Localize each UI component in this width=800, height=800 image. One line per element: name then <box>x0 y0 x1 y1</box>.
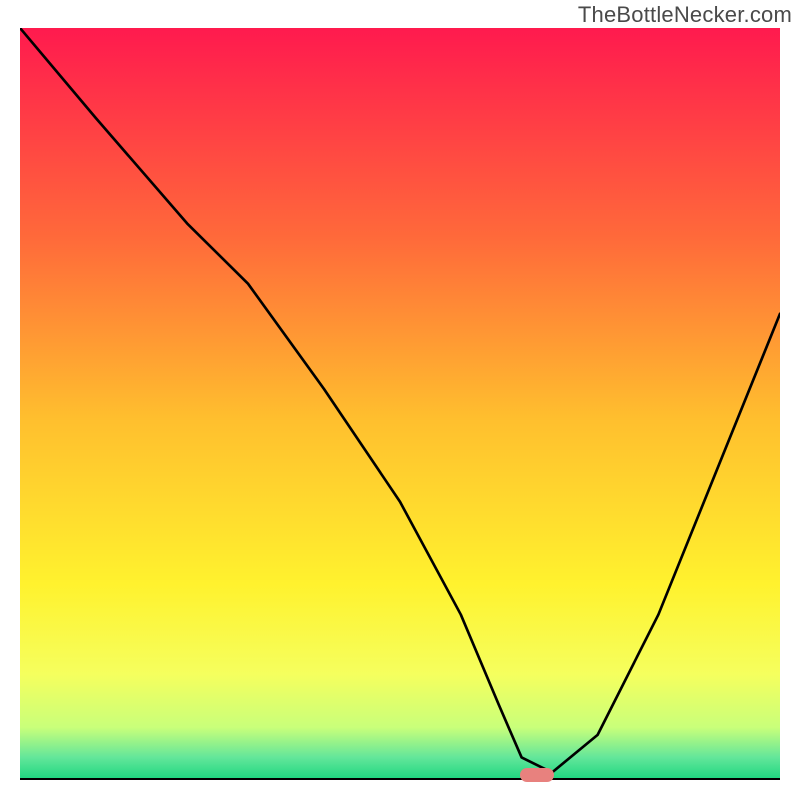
watermark-text: TheBottleNecker.com <box>578 2 792 28</box>
plot-area <box>20 28 780 780</box>
bottleneck-curve-path <box>20 28 780 772</box>
ideal-marker <box>520 768 554 782</box>
bottleneck-chart: TheBottleNecker.com <box>0 0 800 800</box>
curve-layer <box>20 28 780 780</box>
x-axis <box>20 778 780 780</box>
